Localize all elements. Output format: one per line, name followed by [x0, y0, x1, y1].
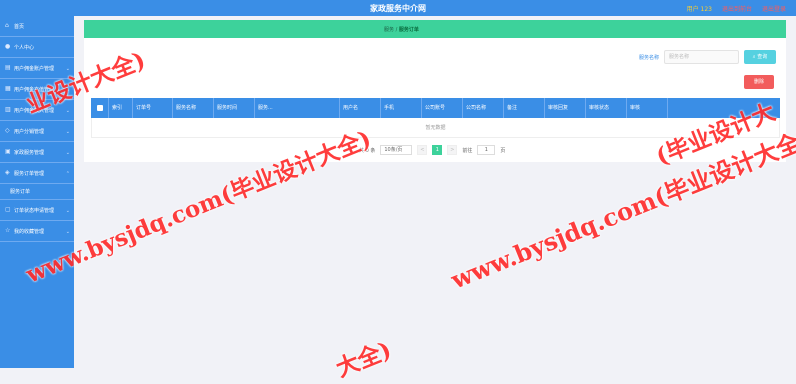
column-header[interactable]: 服务... — [255, 98, 340, 118]
logout-link[interactable]: 退出登录 — [762, 4, 786, 13]
sidebar-subitem-orders[interactable]: 服务订单 — [0, 184, 74, 200]
column-header[interactable]: 服务名称 — [173, 98, 214, 118]
column-header[interactable]: 订单号 — [133, 98, 173, 118]
select-all-checkbox[interactable] — [91, 98, 109, 118]
chevron-up-icon: ⌃ — [65, 171, 70, 177]
next-page-button[interactable]: > — [447, 145, 458, 155]
app-title: 家政服务中介网 — [370, 4, 426, 13]
table-header: 索引 订单号 服务名称 服务时间 服务... 用户名 手机 公司账号 公司名称 … — [91, 98, 780, 118]
sidebar-item-label: 服务订单管理 — [14, 170, 45, 177]
search-label: 服务名称 — [638, 54, 659, 61]
header-links: 用户 123 退出到前台 退出登录 — [687, 4, 786, 13]
user-name: 用户 123 — [686, 6, 712, 13]
sidebar-item-state[interactable]: ▢ 订单状态申请管理 ⌄ — [0, 200, 74, 221]
order-icon: ◈ — [5, 169, 10, 176]
current-page[interactable]: 1 — [432, 145, 443, 155]
breadcrumb: 服务 / 服务订单 — [384, 27, 419, 33]
search-bar: 服务名称 服务名称 ⌕ 查询 — [639, 50, 776, 64]
breadcrumb-prefix: 服务 — [384, 27, 395, 33]
column-header[interactable]: 公司账号 — [422, 98, 463, 118]
home-icon: ⌂ — [5, 22, 9, 29]
chevron-down-icon: ⌄ — [65, 229, 70, 235]
breadcrumb-bar: 服务 / 服务订单 — [84, 20, 786, 38]
sidebar-item-label: 个人中心 — [14, 44, 35, 51]
pagination: 共 0 条 10条/页 < 1 > 前往 1 页 — [359, 145, 505, 155]
column-header[interactable]: 备注 — [504, 98, 545, 118]
sidebar-item-orders[interactable]: ◈ 服务订单管理 ⌃ — [0, 163, 74, 184]
column-header[interactable]: 审核 — [627, 98, 668, 118]
column-header[interactable]: 手机 — [381, 98, 422, 118]
user-icon: ● — [5, 43, 11, 50]
sidebar-subitem-label: 服务订单 — [10, 189, 31, 195]
wallet-icon: ▤ — [5, 64, 11, 71]
sidebar-item-label: 用户分销管理 — [14, 128, 45, 135]
watermark-fragment: 大全) — [332, 336, 396, 383]
column-header[interactable]: 审核状态 — [586, 98, 627, 118]
goto-suffix: 页 — [500, 147, 506, 154]
search-button[interactable]: ⌕ 查询 — [744, 50, 776, 64]
back-to-front-link[interactable]: 退出到前台 — [722, 4, 752, 13]
goto-page-input[interactable]: 1 — [477, 145, 496, 155]
column-header[interactable]: 审核回复 — [545, 98, 586, 118]
sidebar-item-label: 首页 — [14, 23, 25, 30]
sidebar-item-label: 我的收藏管理 — [14, 228, 45, 235]
goto-prefix: 前往 — [462, 147, 473, 154]
star-icon: ☆ — [5, 227, 11, 234]
sidebar-item-home[interactable]: ⌂ 首页 — [0, 16, 74, 37]
chart-icon: ▥ — [5, 106, 11, 113]
service-icon: ▣ — [5, 148, 11, 155]
sidebar-item-label: 订单状态申请管理 — [14, 207, 55, 214]
column-header[interactable]: 服务时间 — [214, 98, 255, 118]
chevron-down-icon: ⌄ — [65, 129, 70, 135]
column-header[interactable]: 公司名称 — [463, 98, 504, 118]
chevron-down-icon: ⌄ — [65, 108, 70, 114]
sidebar: ⌂ 首页 ● 个人中心 ▤ 用户佣金账户管理 ⌄ ▦ 用户佣金充值管理 ⌄ ▥ 用户佣金收入管… — [0, 16, 74, 368]
column-header: 索引 — [109, 98, 133, 118]
sidebar-item-distribution[interactable]: ◇ 用户分销管理 ⌄ — [0, 121, 74, 142]
sidebar-item-label: 用户佣金账户管理 — [14, 65, 55, 72]
chevron-down-icon: ⌄ — [65, 150, 70, 156]
sidebar-item-service[interactable]: ▣ 家政服务管理 ⌄ — [0, 142, 74, 163]
breadcrumb-current: 服务订单 — [398, 27, 419, 33]
sidebar-item-label: 家政服务管理 — [14, 149, 45, 156]
sidebar-item-favorites[interactable]: ☆ 我的收藏管理 ⌄ — [0, 221, 74, 242]
share-icon: ◇ — [5, 127, 10, 134]
search-button-label: 查询 — [757, 54, 768, 60]
coin-icon: ▦ — [5, 85, 11, 92]
top-bar: 家政服务中介网 用户 123 退出到前台 退出登录 — [0, 0, 796, 16]
prev-page-button[interactable]: < — [417, 145, 428, 155]
search-input[interactable]: 服务名称 — [664, 50, 739, 64]
sidebar-item-profile[interactable]: ● 个人中心 — [0, 37, 74, 58]
column-header[interactable]: 用户名 — [340, 98, 381, 118]
delete-button[interactable]: 删除 — [744, 75, 774, 89]
chevron-down-icon: ⌄ — [65, 208, 70, 214]
page-size-select[interactable]: 10条/页 — [380, 145, 413, 155]
state-icon: ▢ — [5, 206, 11, 213]
